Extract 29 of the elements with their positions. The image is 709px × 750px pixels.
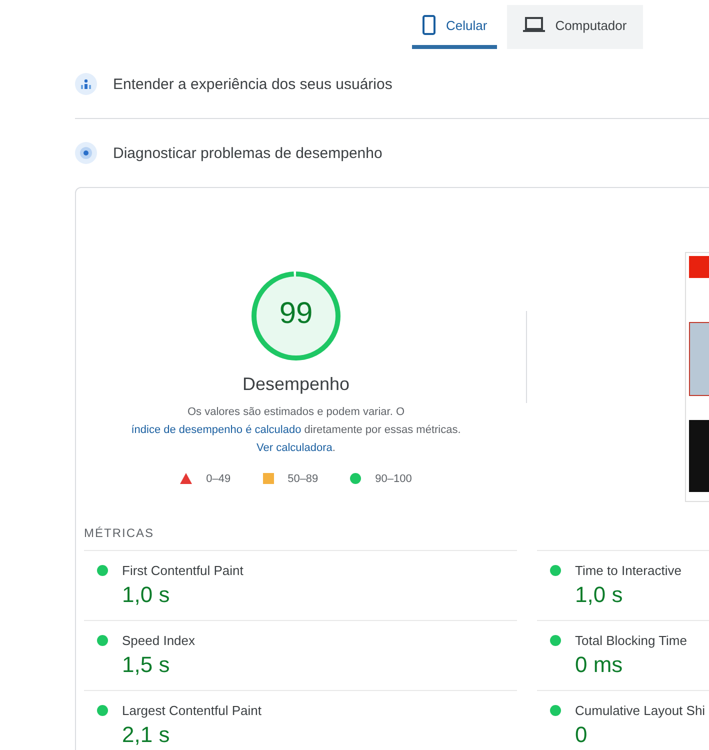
section-icon	[75, 142, 97, 164]
score-value: 99	[279, 296, 313, 330]
phone-icon	[422, 15, 436, 35]
section-icon	[75, 73, 97, 95]
legend-range: 90–100	[375, 472, 412, 484]
device-tab[interactable]: Computador	[507, 5, 643, 49]
metric-name: Time to Interactive	[575, 563, 682, 578]
metric-name: First Contentful Paint	[122, 563, 244, 578]
metric-value: 2,1 s	[122, 722, 171, 748]
legend-range: 0–49	[206, 472, 231, 484]
device-tab[interactable]: Celular	[412, 5, 498, 49]
metric-name: Largest Contentful Paint	[122, 703, 262, 718]
metric-value: 1,5 s	[122, 652, 171, 678]
metric-name: Total Blocking Time	[575, 633, 687, 648]
metric-name: Cumulative Layout Shi	[575, 703, 706, 718]
metric-value: 1,0 s	[122, 582, 171, 608]
metric-name: Speed Index	[122, 633, 196, 648]
metric-value: 1,0 s	[575, 582, 624, 608]
score-label: Desempenho	[242, 374, 350, 394]
note-link[interactable]: índice de desempenho é calculado	[131, 424, 302, 436]
score-note: Os valores são estimados e podem variar. O índice de desempenho é calculado diretamente por essas métricas. Ver calculadora.	[130, 404, 462, 456]
metrics-heading: MÉTRICAS	[84, 526, 156, 540]
legend-range: 50–89	[288, 472, 318, 484]
section-title: Entender a experiência dos seus usuários	[113, 76, 392, 92]
metric-value: 0 ms	[575, 652, 624, 678]
laptop-icon	[523, 17, 546, 33]
note-link[interactable]: Ver calculadora	[256, 442, 332, 454]
section-title: Diagnosticar problemas de desempenho	[113, 144, 382, 162]
metric-value: 0	[575, 722, 588, 748]
